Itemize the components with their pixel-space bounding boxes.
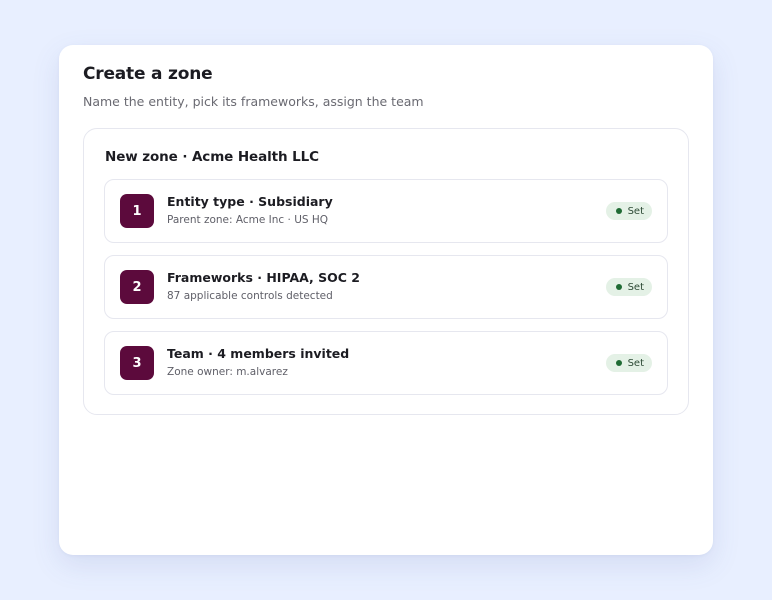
step-team[interactable]: 3 Team · 4 members invited Zone owner: m…	[104, 331, 668, 395]
step-frameworks[interactable]: 2 Frameworks · HIPAA, SOC 2 87 applicabl…	[104, 255, 668, 319]
step-title: Team · 4 members invited	[167, 346, 350, 361]
status-badge: Set	[605, 354, 652, 372]
step-description: 87 applicable controls detected	[167, 290, 333, 302]
status-badge: Set	[605, 278, 652, 296]
create-zone-dialog: Create a zone Name the entity, pick its …	[59, 45, 713, 555]
step-number: 2	[120, 270, 154, 304]
zone-summary-card: New zone · Acme Health LLC 1 Entity type…	[83, 128, 689, 415]
step-title: Entity type · Subsidiary	[167, 194, 333, 209]
zone-heading: New zone · Acme Health LLC	[105, 149, 319, 165]
dialog-subtitle: Name the entity, pick its frameworks, as…	[83, 94, 424, 109]
status-label: Set	[627, 205, 644, 217]
dialog-title: Create a zone	[83, 64, 213, 84]
step-description: Parent zone: Acme Inc · US HQ	[167, 214, 329, 226]
status-dot-icon	[615, 284, 622, 290]
status-label: Set	[627, 281, 644, 293]
status-dot-icon	[615, 208, 622, 214]
status-dot-icon	[615, 360, 622, 366]
status-badge: Set	[605, 202, 652, 220]
step-title: Frameworks · HIPAA, SOC 2	[167, 270, 361, 285]
step-entity-type[interactable]: 1 Entity type · Subsidiary Parent zone: …	[104, 179, 668, 243]
step-number: 1	[120, 194, 154, 228]
step-description: Zone owner: m.alvarez	[167, 366, 288, 378]
step-number: 3	[120, 346, 154, 380]
status-label: Set	[627, 357, 644, 369]
